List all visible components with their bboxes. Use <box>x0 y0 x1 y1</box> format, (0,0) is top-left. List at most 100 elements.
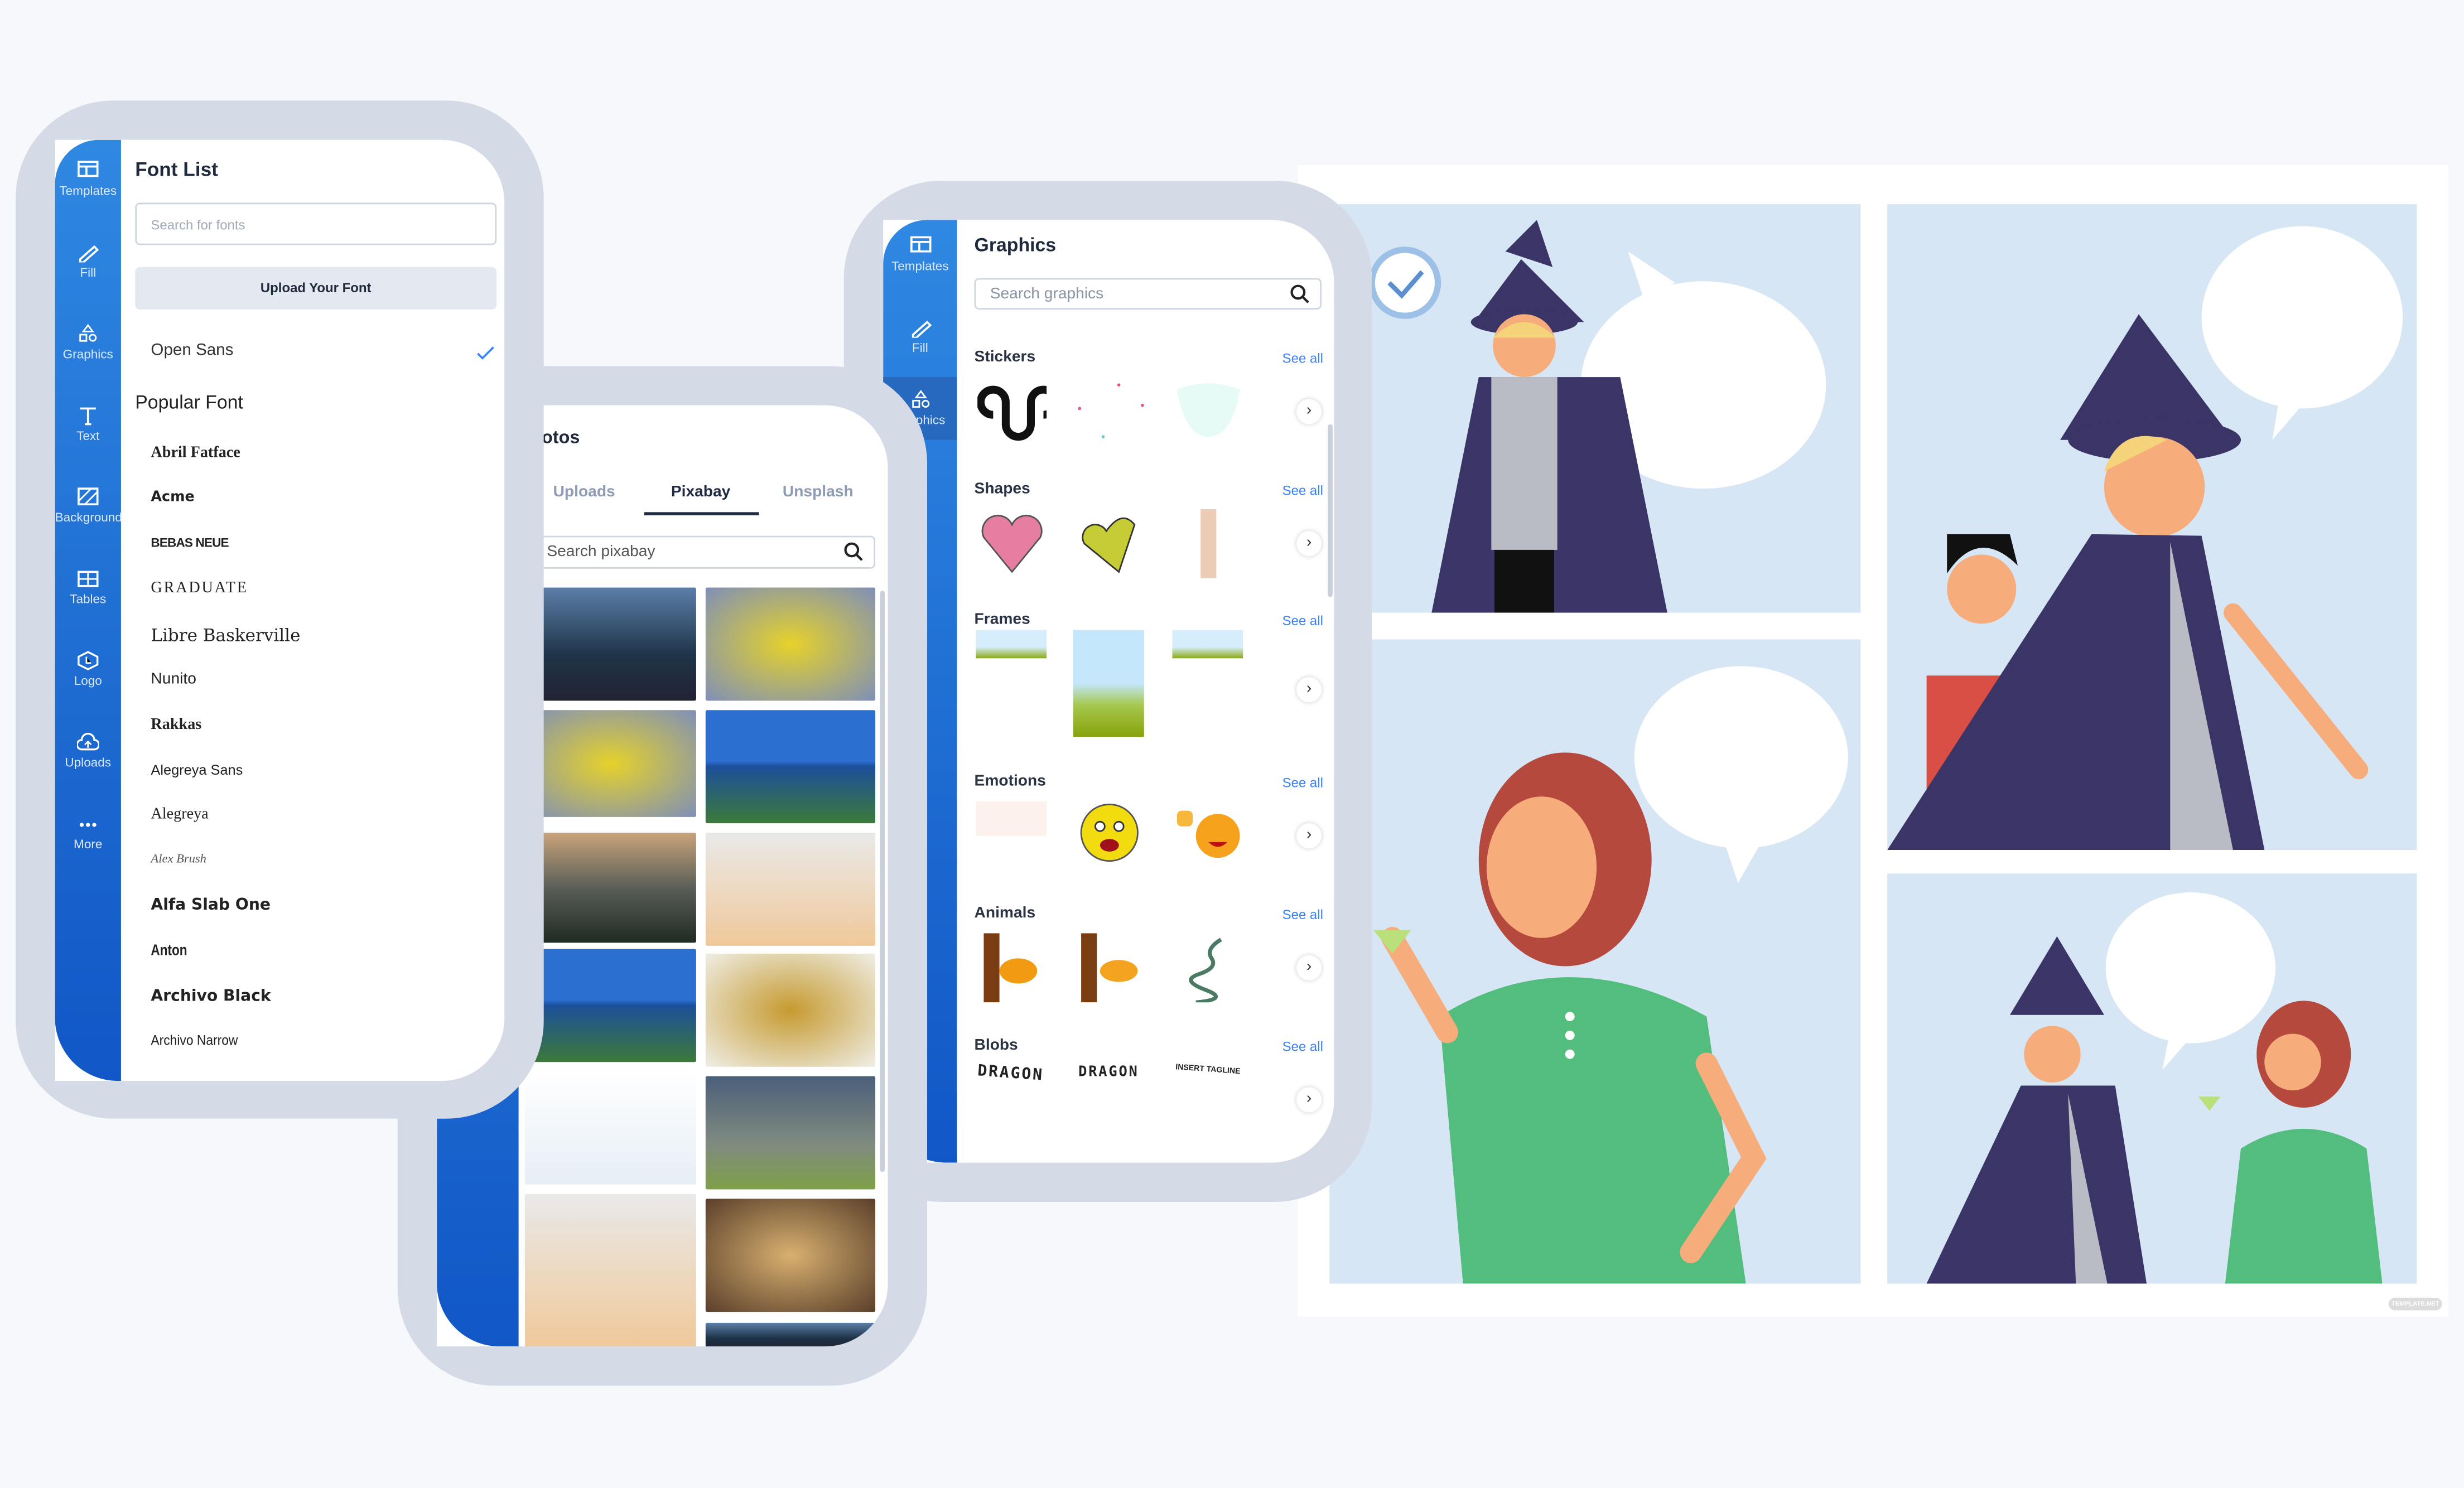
tab-uploads[interactable]: Uploads <box>553 484 615 501</box>
graphic-item[interactable] <box>1171 801 1245 864</box>
squirrel-item[interactable] <box>977 933 1046 1003</box>
graphic-item[interactable] <box>1171 509 1245 578</box>
heart-shape[interactable] <box>977 509 1046 578</box>
upload-font-button[interactable]: Upload Your Font <box>135 267 497 310</box>
graphics-search-input[interactable]: Search graphics <box>974 278 1322 310</box>
sidebar-item-uploads[interactable]: Uploads <box>55 732 121 770</box>
sidebar-item-more[interactable]: More <box>55 814 121 852</box>
font-option[interactable]: Nunito <box>151 671 196 688</box>
scrollbar[interactable] <box>1328 424 1333 597</box>
sidebar-item-logo[interactable]: Logo <box>55 650 121 688</box>
photo-thumbnail[interactable] <box>524 949 696 1062</box>
photo-thumbnail[interactable] <box>705 710 876 824</box>
graphic-item[interactable]: DRAGON <box>975 1063 1048 1085</box>
see-all-link[interactable]: See all <box>1282 482 1323 498</box>
tab-pixabay[interactable]: Pixabay <box>671 484 731 501</box>
chevron-right-icon[interactable]: › <box>1296 399 1322 424</box>
font-search-input[interactable]: Search for fonts <box>135 202 497 245</box>
blob-text-item[interactable]: INSERT TAGLINE <box>1175 1063 1240 1077</box>
sidebar-item-graphics[interactable]: Graphics <box>55 323 121 361</box>
heart-shape[interactable] <box>1074 509 1143 578</box>
rectangle-shape[interactable] <box>1173 509 1242 578</box>
font-option[interactable]: GRADUATE <box>151 581 248 598</box>
graphic-item[interactable] <box>1171 933 1245 1003</box>
frame-item[interactable] <box>1073 630 1144 737</box>
photo-thumbnail[interactable] <box>524 1071 696 1185</box>
font-option[interactable]: Abril Fatface <box>151 445 240 462</box>
emotion-item[interactable] <box>976 801 1047 836</box>
scared-emoji[interactable] <box>1077 801 1140 864</box>
photo-thumbnail[interactable] <box>524 587 696 701</box>
photo-thumbnail[interactable] <box>705 1076 876 1190</box>
scrollbar[interactable] <box>880 591 885 1172</box>
font-option[interactable]: Alegreya Sans <box>151 761 243 777</box>
blob-text-item[interactable]: DRAGON <box>1078 1065 1139 1081</box>
graphic-item[interactable] <box>975 630 1048 659</box>
graphic-item[interactable] <box>1072 933 1145 1003</box>
photo-thumbnail[interactable] <box>524 833 696 943</box>
sidebar-item-tables[interactable]: Tables <box>55 569 121 606</box>
section-title-shapes: Shapes <box>974 481 1030 498</box>
graphic-item[interactable] <box>975 377 1048 446</box>
sidebar-item-fill[interactable]: Fill <box>883 317 957 355</box>
snake-item[interactable] <box>1173 933 1242 1003</box>
sidebar-item-background[interactable]: Background <box>55 487 122 525</box>
table-icon <box>78 571 99 587</box>
font-option[interactable]: Acme <box>151 490 194 505</box>
graphic-item[interactable]: INSERT TAGLINE <box>1171 1063 1245 1077</box>
laughing-emoji[interactable] <box>1173 801 1242 864</box>
graphic-item[interactable] <box>975 509 1048 578</box>
photo-thumbnail[interactable] <box>705 1199 876 1312</box>
squirrel-item[interactable] <box>1074 933 1143 1003</box>
chevron-right-icon[interactable]: › <box>1296 677 1322 703</box>
chevron-right-icon[interactable]: › <box>1296 955 1322 980</box>
font-option[interactable]: Archivo Narrow <box>151 1033 238 1049</box>
graphic-item[interactable] <box>975 933 1048 1003</box>
photo-thumbnail[interactable] <box>705 833 876 946</box>
sidebar-item-text[interactable]: Text <box>55 405 121 443</box>
sidebar-item-templates[interactable]: Templates <box>55 160 121 198</box>
frame-item[interactable] <box>1172 630 1243 659</box>
photo-thumbnail[interactable] <box>705 587 876 701</box>
blob-text-item[interactable]: DRAGON <box>977 1063 1045 1085</box>
see-all-link[interactable]: See all <box>1282 775 1323 790</box>
font-option[interactable]: Alegreya <box>151 806 208 824</box>
sticker-item[interactable] <box>976 377 1046 446</box>
graphic-item[interactable] <box>1072 509 1145 578</box>
font-option[interactable]: BEBAS NEUE <box>151 535 229 549</box>
graphic-item[interactable] <box>1171 377 1245 446</box>
tab-unsplash[interactable]: Unsplash <box>783 484 854 501</box>
graphic-item[interactable] <box>1072 801 1145 864</box>
font-option[interactable]: Rakkas <box>151 716 201 733</box>
sidebar-item-templates[interactable]: Templates <box>883 236 957 273</box>
see-all-link[interactable]: See all <box>1282 350 1323 366</box>
font-option[interactable]: Alfa Slab One <box>151 897 271 915</box>
graphic-item[interactable] <box>1072 377 1145 446</box>
see-all-link[interactable]: See all <box>1282 906 1323 922</box>
sidebar-item-fill[interactable]: Fill <box>55 242 121 279</box>
graphic-item[interactable] <box>1072 630 1145 737</box>
graphic-item[interactable] <box>1171 630 1245 659</box>
see-all-link[interactable]: See all <box>1282 1038 1323 1054</box>
photo-thumbnail[interactable] <box>524 710 696 817</box>
font-option[interactable]: Anton <box>151 943 187 960</box>
selected-font[interactable]: Open Sans <box>151 341 233 360</box>
confetti-sticker[interactable] <box>1072 377 1145 446</box>
pixabay-search-input[interactable]: Search pixabay <box>531 535 876 569</box>
search-icon[interactable] <box>844 542 863 566</box>
photo-thumbnail[interactable] <box>705 953 876 1067</box>
frame-item[interactable] <box>976 630 1047 659</box>
photo-thumbnail[interactable] <box>705 1322 876 1347</box>
sticker-item[interactable] <box>1173 377 1242 446</box>
see-all-link[interactable]: See all <box>1282 613 1323 629</box>
graphic-item[interactable]: DRAGON <box>1072 1065 1145 1081</box>
font-option[interactable]: Archivo Black <box>151 988 271 1005</box>
chevron-right-icon[interactable]: › <box>1296 823 1322 849</box>
chevron-right-icon[interactable]: › <box>1296 1087 1322 1113</box>
font-option[interactable]: Alex Brush <box>151 852 206 866</box>
search-icon[interactable] <box>1290 284 1309 308</box>
chevron-right-icon[interactable]: › <box>1296 531 1322 557</box>
graphic-item[interactable] <box>975 801 1048 836</box>
font-option[interactable]: Libre Baskerville <box>151 626 300 646</box>
photo-thumbnail[interactable] <box>524 1194 696 1347</box>
